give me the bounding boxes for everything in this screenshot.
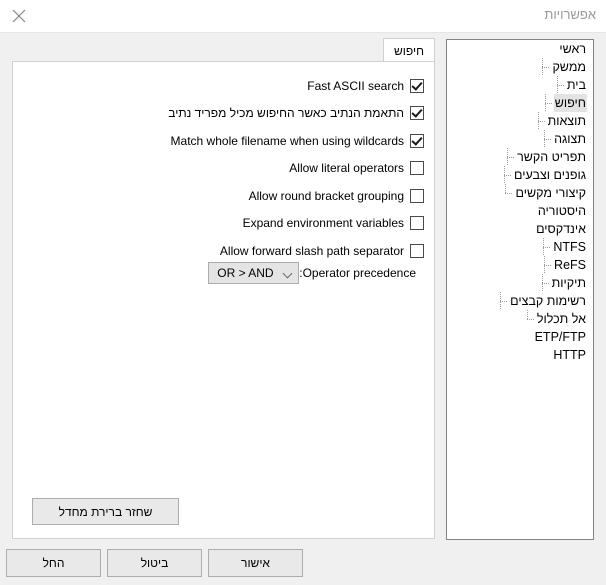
checkbox-row[interactable]: התאמת הנתיב כאשר החיפוש מכיל מפריד נתיב (168, 103, 424, 123)
tree-item-label: HTTP (553, 348, 586, 362)
tree-item-0[interactable]: ראשי (447, 40, 593, 58)
tree-item-label: ReFS (554, 258, 586, 272)
tree-item-5[interactable]: תצוגה (447, 130, 593, 148)
checkbox-row[interactable]: Allow literal operators (289, 158, 424, 178)
tree-item-label: בית (566, 78, 586, 92)
settings-content-panel: Fast ASCII search התאמת הנתיב כאשר החיפוש… (12, 61, 435, 539)
title-bar: אפשרויות (0, 0, 606, 33)
checkbox-toggle[interactable] (410, 79, 424, 93)
checkbox-row[interactable]: Expand environment variables (243, 213, 424, 233)
checkbox-toggle[interactable] (410, 134, 424, 148)
tree-connector-line (535, 58, 551, 76)
checkbox-label: Allow literal operators (289, 161, 404, 175)
tree-connector-line (535, 274, 551, 292)
checkbox-row[interactable]: Fast ASCII search (307, 76, 424, 96)
checkbox-row[interactable]: Match whole filename when using wildcard… (171, 131, 424, 151)
tree-item-label: ETP/FTP (534, 330, 586, 344)
tree-item-8[interactable]: קיצורי מקשים (447, 184, 593, 202)
tree-connector-line (500, 148, 516, 166)
tree-item-label: אל תכלול (536, 312, 586, 326)
ok-button[interactable]: אישור (208, 549, 303, 577)
close-button[interactable] (4, 2, 34, 30)
checkbox-label: התאמת הנתיב כאשר החיפוש מכיל מפריד נתיב (168, 106, 404, 120)
tree-item-2[interactable]: בית (447, 76, 593, 94)
checkbox-label: Expand environment variables (242, 216, 404, 230)
restore-defaults-button[interactable]: שחזר ברירת מחדל (32, 498, 179, 525)
close-icon (12, 9, 26, 23)
checkbox-toggle[interactable] (410, 161, 424, 175)
tree-item-9[interactable]: היסטוריה (447, 202, 593, 220)
tree-item-label: תצוגה (554, 132, 586, 146)
tree-connector-line (531, 112, 547, 130)
tree-item-label: ראשי (559, 42, 586, 56)
checkbox-row[interactable]: Allow round bracket grouping (249, 186, 424, 206)
tree-item-label: תיקיות (551, 276, 586, 290)
tree-item-17[interactable]: HTTP (447, 346, 593, 364)
checkbox-label: Fast ASCII search (307, 79, 404, 93)
operator-precedence-label: :Operator precedence (299, 266, 416, 280)
tree-item-3[interactable]: חיפוש (447, 94, 593, 112)
tree-connector-line (498, 184, 514, 202)
checkbox-toggle[interactable] (410, 189, 424, 203)
tree-item-15[interactable]: אל תכלול (447, 310, 593, 328)
tree-connector-line (493, 292, 509, 310)
operator-precedence-value: OR > AND (217, 266, 274, 280)
tree-connector-line (537, 256, 553, 274)
operator-precedence-row: OR > AND :Operator precedence (208, 262, 424, 284)
tree-item-label: NTFS (553, 240, 586, 254)
tree-item-label: תפריט הקשר (517, 150, 586, 164)
window-title: אפשרויות (544, 7, 596, 22)
settings-category-tree[interactable]: ראשי ממשק בית חיפוש תוצאות תצוגה תפריט הקשר גופ… (446, 39, 594, 540)
tree-connector-line (536, 238, 552, 256)
tree-item-label: קיצורי מקשים (515, 186, 586, 200)
tab-search[interactable]: חיפוש (383, 38, 435, 62)
tree-item-13[interactable]: תיקיות (447, 274, 593, 292)
tree-connector-line (550, 76, 566, 94)
tree-item-14[interactable]: רשימות קבצים (447, 292, 593, 310)
tree-item-7[interactable]: גופנים וצבעים (447, 166, 593, 184)
chevron-down-icon (284, 269, 293, 278)
apply-button[interactable]: החל (6, 549, 101, 577)
tree-item-12[interactable]: ReFS (447, 256, 593, 274)
tree-item-label: היסטוריה (537, 204, 586, 218)
checkbox-toggle[interactable] (410, 244, 424, 258)
tree-item-11[interactable]: NTFS (447, 238, 593, 256)
tree-item-1[interactable]: ממשק (447, 58, 593, 76)
checkbox-row[interactable]: Allow forward slash path separator (220, 241, 424, 261)
checkbox-label: Allow round bracket grouping (248, 189, 404, 203)
tree-connector-line (538, 94, 554, 112)
tree-connector-line (520, 310, 536, 328)
tree-item-16[interactable]: ETP/FTP (447, 328, 593, 346)
tree-item-10[interactable]: אינדקסים (447, 220, 593, 238)
checkbox-toggle[interactable] (410, 216, 424, 230)
tree-item-label: ממשק (552, 60, 586, 74)
checkbox-label: Match whole filename when using wildcard… (170, 134, 404, 148)
tree-item-label: תוצאות (547, 114, 586, 128)
tree-connector-line (537, 130, 553, 148)
tree-item-label: רשימות קבצים (510, 294, 586, 308)
tree-item-label: אינדקסים (536, 222, 586, 236)
checkbox-toggle[interactable] (410, 106, 424, 120)
tree-item-4[interactable]: תוצאות (447, 112, 593, 130)
tree-item-label: חיפוש (553, 94, 587, 112)
cancel-button[interactable]: ביטול (107, 549, 202, 577)
tree-connector-line (497, 166, 513, 184)
checkbox-label: Allow forward slash path separator (219, 244, 404, 258)
tree-item-6[interactable]: תפריט הקשר (447, 148, 593, 166)
tab-strip: חיפוש (12, 38, 435, 62)
tree-item-label: גופנים וצבעים (513, 168, 586, 182)
operator-precedence-select[interactable]: OR > AND (208, 262, 300, 284)
